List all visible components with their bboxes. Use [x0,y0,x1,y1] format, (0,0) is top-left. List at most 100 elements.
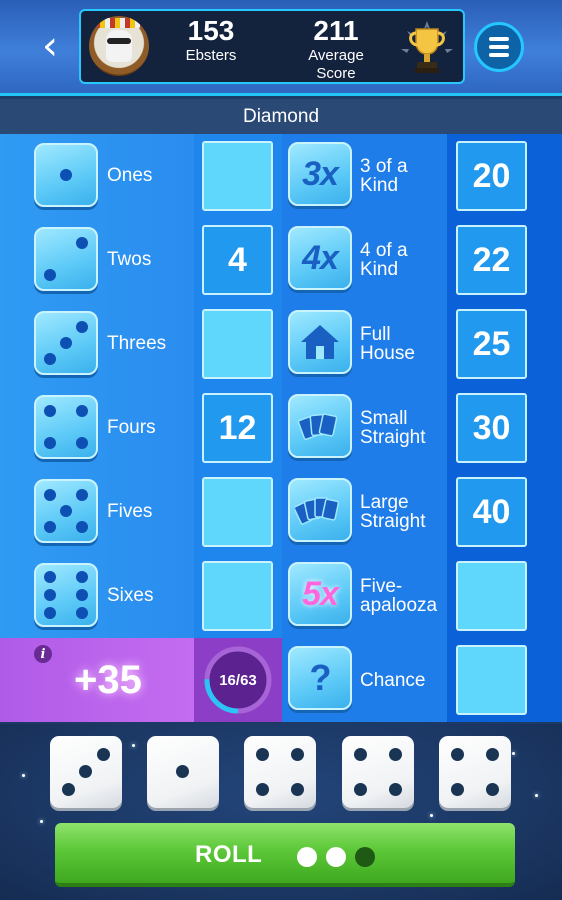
question-mark-icon: ? [288,646,352,710]
die-5[interactable] [439,736,511,808]
die-pip [486,748,499,761]
category-large-straight: Large Straight [282,470,447,554]
die-pip [291,748,304,761]
scorecard-row: Twos 4 4x 4 of a Kind 22 [0,218,562,302]
top-bar: ‹ 153 Ebsters 211 Average Score [0,0,562,96]
category-label: Fives [107,501,153,522]
roll-remaining-dot [355,847,375,867]
five-x-icon: 5x [288,562,352,626]
category-label: 4 of a Kind [360,240,408,280]
category-twos: Twos [0,218,194,302]
dice-tray: ROLL [0,724,562,900]
category-five-apalooza: 5x Five-apalooza [282,554,447,638]
average-score-label-line1: Average [308,47,364,64]
scorecard-row: Fours 12 Small Straight 30 [0,386,562,470]
die-4[interactable] [342,736,414,808]
die-three-icon [34,311,98,375]
score-box-fours[interactable]: 12 [202,393,273,463]
category-ones: Ones [0,134,194,218]
four-x-icon: 4x [288,226,352,290]
player-score-panel: 153 Ebsters 211 Average Score [79,9,465,84]
hamburger-menu-icon [489,37,509,41]
chevron-left-icon: ‹ [42,23,58,69]
die-pip [354,748,367,761]
category-chance: ? Chance [282,638,447,722]
info-icon[interactable]: i [34,645,52,663]
category-label: Large Straight [360,492,426,532]
bonus-value: +35 [74,657,142,702]
category-four-of-a-kind: 4x 4 of a Kind [282,218,447,302]
avatar[interactable] [89,16,149,76]
roll-label: ROLL [195,841,263,868]
score-box-small-straight[interactable]: 30 [456,393,527,463]
upper-bonus: i +35 [0,638,194,722]
die-2[interactable] [147,736,219,808]
score-box-fives[interactable] [202,477,273,547]
die-pip [451,783,464,796]
scorecard-row: Fives Large Straight 40 [0,470,562,554]
score-box-four-of-a-kind[interactable]: 22 [456,225,527,295]
score-box-threes[interactable] [202,309,273,379]
die-pip [291,783,304,796]
category-threes: Threes [0,302,194,386]
menu-button[interactable] [474,22,524,72]
category-label: Twos [107,249,152,270]
category-label: 3 of a Kind [360,156,408,196]
roll-remaining-dot [297,847,317,867]
score-box-full-house[interactable]: 25 [456,309,527,379]
die-pip [256,748,269,761]
die-pip [62,783,75,796]
score-box-chance[interactable] [456,645,527,715]
category-label: Sixes [107,585,154,606]
three-x-icon: 3x [288,142,352,206]
roll-button[interactable]: ROLL [55,823,515,887]
category-fives: Fives [0,470,194,554]
trophy-icon[interactable] [399,19,455,77]
die-1[interactable] [50,736,122,808]
die-five-icon [34,479,98,543]
die-pip [486,783,499,796]
average-score-stat: 211 Average Score [293,17,379,82]
average-score-label-line2: Score [316,65,356,82]
back-button[interactable]: ‹ [30,22,70,70]
scorecard: Ones 3x 3 of a Kind 20 Twos 4 4x 4 of a … [0,134,562,724]
category-label: Chance [360,669,426,691]
die-pip [176,765,189,778]
die-pip [389,783,402,796]
die-one-icon [34,143,98,207]
category-small-straight: Small Straight [282,386,447,470]
score-box-five-apalooza[interactable] [456,561,527,631]
five-x-icon-text: 5x [302,574,339,613]
bonus-progress-text: 16/63 [219,671,257,689]
die-four-icon [34,395,98,459]
score-box-twos[interactable]: 4 [202,225,273,295]
score-box-three-of-a-kind[interactable]: 20 [456,141,527,211]
small-straight-cards-icon [288,394,352,458]
die-3[interactable] [244,736,316,808]
score-box-sixes[interactable] [202,561,273,631]
house-icon [288,310,352,374]
category-fours: Fours [0,386,194,470]
category-three-of-a-kind: 3x 3 of a Kind [282,134,447,218]
category-label: Threes [107,333,167,354]
scorecard-row: i +35 16/63 ? Chance [0,638,562,722]
category-sixes: Sixes [0,554,194,638]
die-two-icon [34,227,98,291]
score-box-ones[interactable] [202,141,273,211]
ebsters-stat: 153 Ebsters [171,15,251,64]
die-pip [79,765,92,778]
scorecard-row: Threes Full House 25 [0,302,562,386]
avatar-face [106,30,132,62]
scorecard-row: Ones 3x 3 of a Kind 20 [0,134,562,218]
four-x-icon-text: 4x [302,238,339,277]
die-pip [256,783,269,796]
scorecard-row: Sixes 5x Five-apalooza [0,554,562,638]
ebsters-value: 153 [187,15,235,46]
die-pip [389,748,402,761]
three-x-icon-text: 3x [302,154,339,193]
score-box-large-straight[interactable]: 40 [456,477,527,547]
bonus-progress: 16/63 [194,638,282,722]
category-label: Small Straight [360,408,426,448]
die-pip [97,748,110,761]
large-straight-cards-icon [288,478,352,542]
